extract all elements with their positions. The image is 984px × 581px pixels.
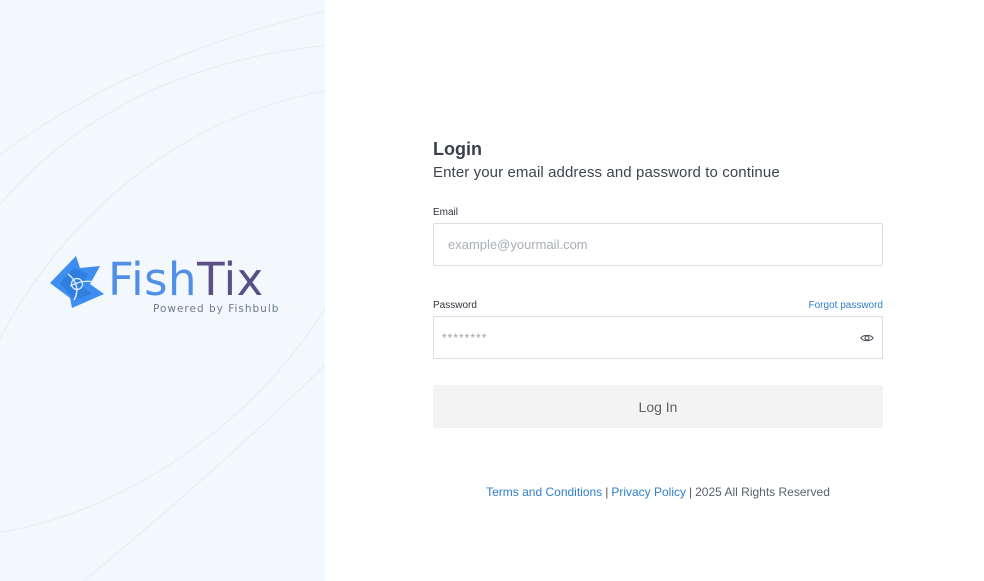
powered-by-text: Powered by Fishbulb [153, 303, 280, 315]
footer-separator: | [689, 485, 693, 499]
login-form: Login Enter your email address and passw… [433, 137, 883, 499]
footer: Terms and Conditions | Privacy Policy | 2025… [433, 485, 883, 499]
brand-name-tix: Tix [197, 253, 264, 306]
brand-wordmark: FishTix [108, 254, 264, 306]
brand-panel: FishTix Powered by Fishbulb [0, 0, 325, 581]
brand-name-fish: Fish [108, 253, 198, 306]
login-button[interactable]: Log In [433, 385, 883, 428]
copyright-text: 2025 All Rights Reserved [695, 485, 830, 499]
password-label-row: Password Forgot password [433, 299, 883, 313]
password-field[interactable] [434, 317, 844, 358]
login-title: Login [433, 139, 482, 159]
email-label: Email [433, 207, 459, 218]
password-label: Password [433, 300, 477, 311]
fishtix-logo: FishTix Powered by Fishbulb [50, 254, 280, 320]
email-field[interactable] [433, 223, 883, 266]
forgot-password-link[interactable]: Forgot password [809, 299, 883, 313]
login-subtitle: Enter your email address and password to… [433, 164, 780, 181]
fishtix-logo-icon [50, 256, 104, 308]
privacy-link[interactable]: Privacy Policy [611, 485, 686, 499]
eye-icon[interactable] [860, 331, 874, 345]
footer-separator: | [605, 485, 609, 499]
password-field-container [433, 316, 883, 359]
terms-link[interactable]: Terms and Conditions [486, 485, 602, 499]
